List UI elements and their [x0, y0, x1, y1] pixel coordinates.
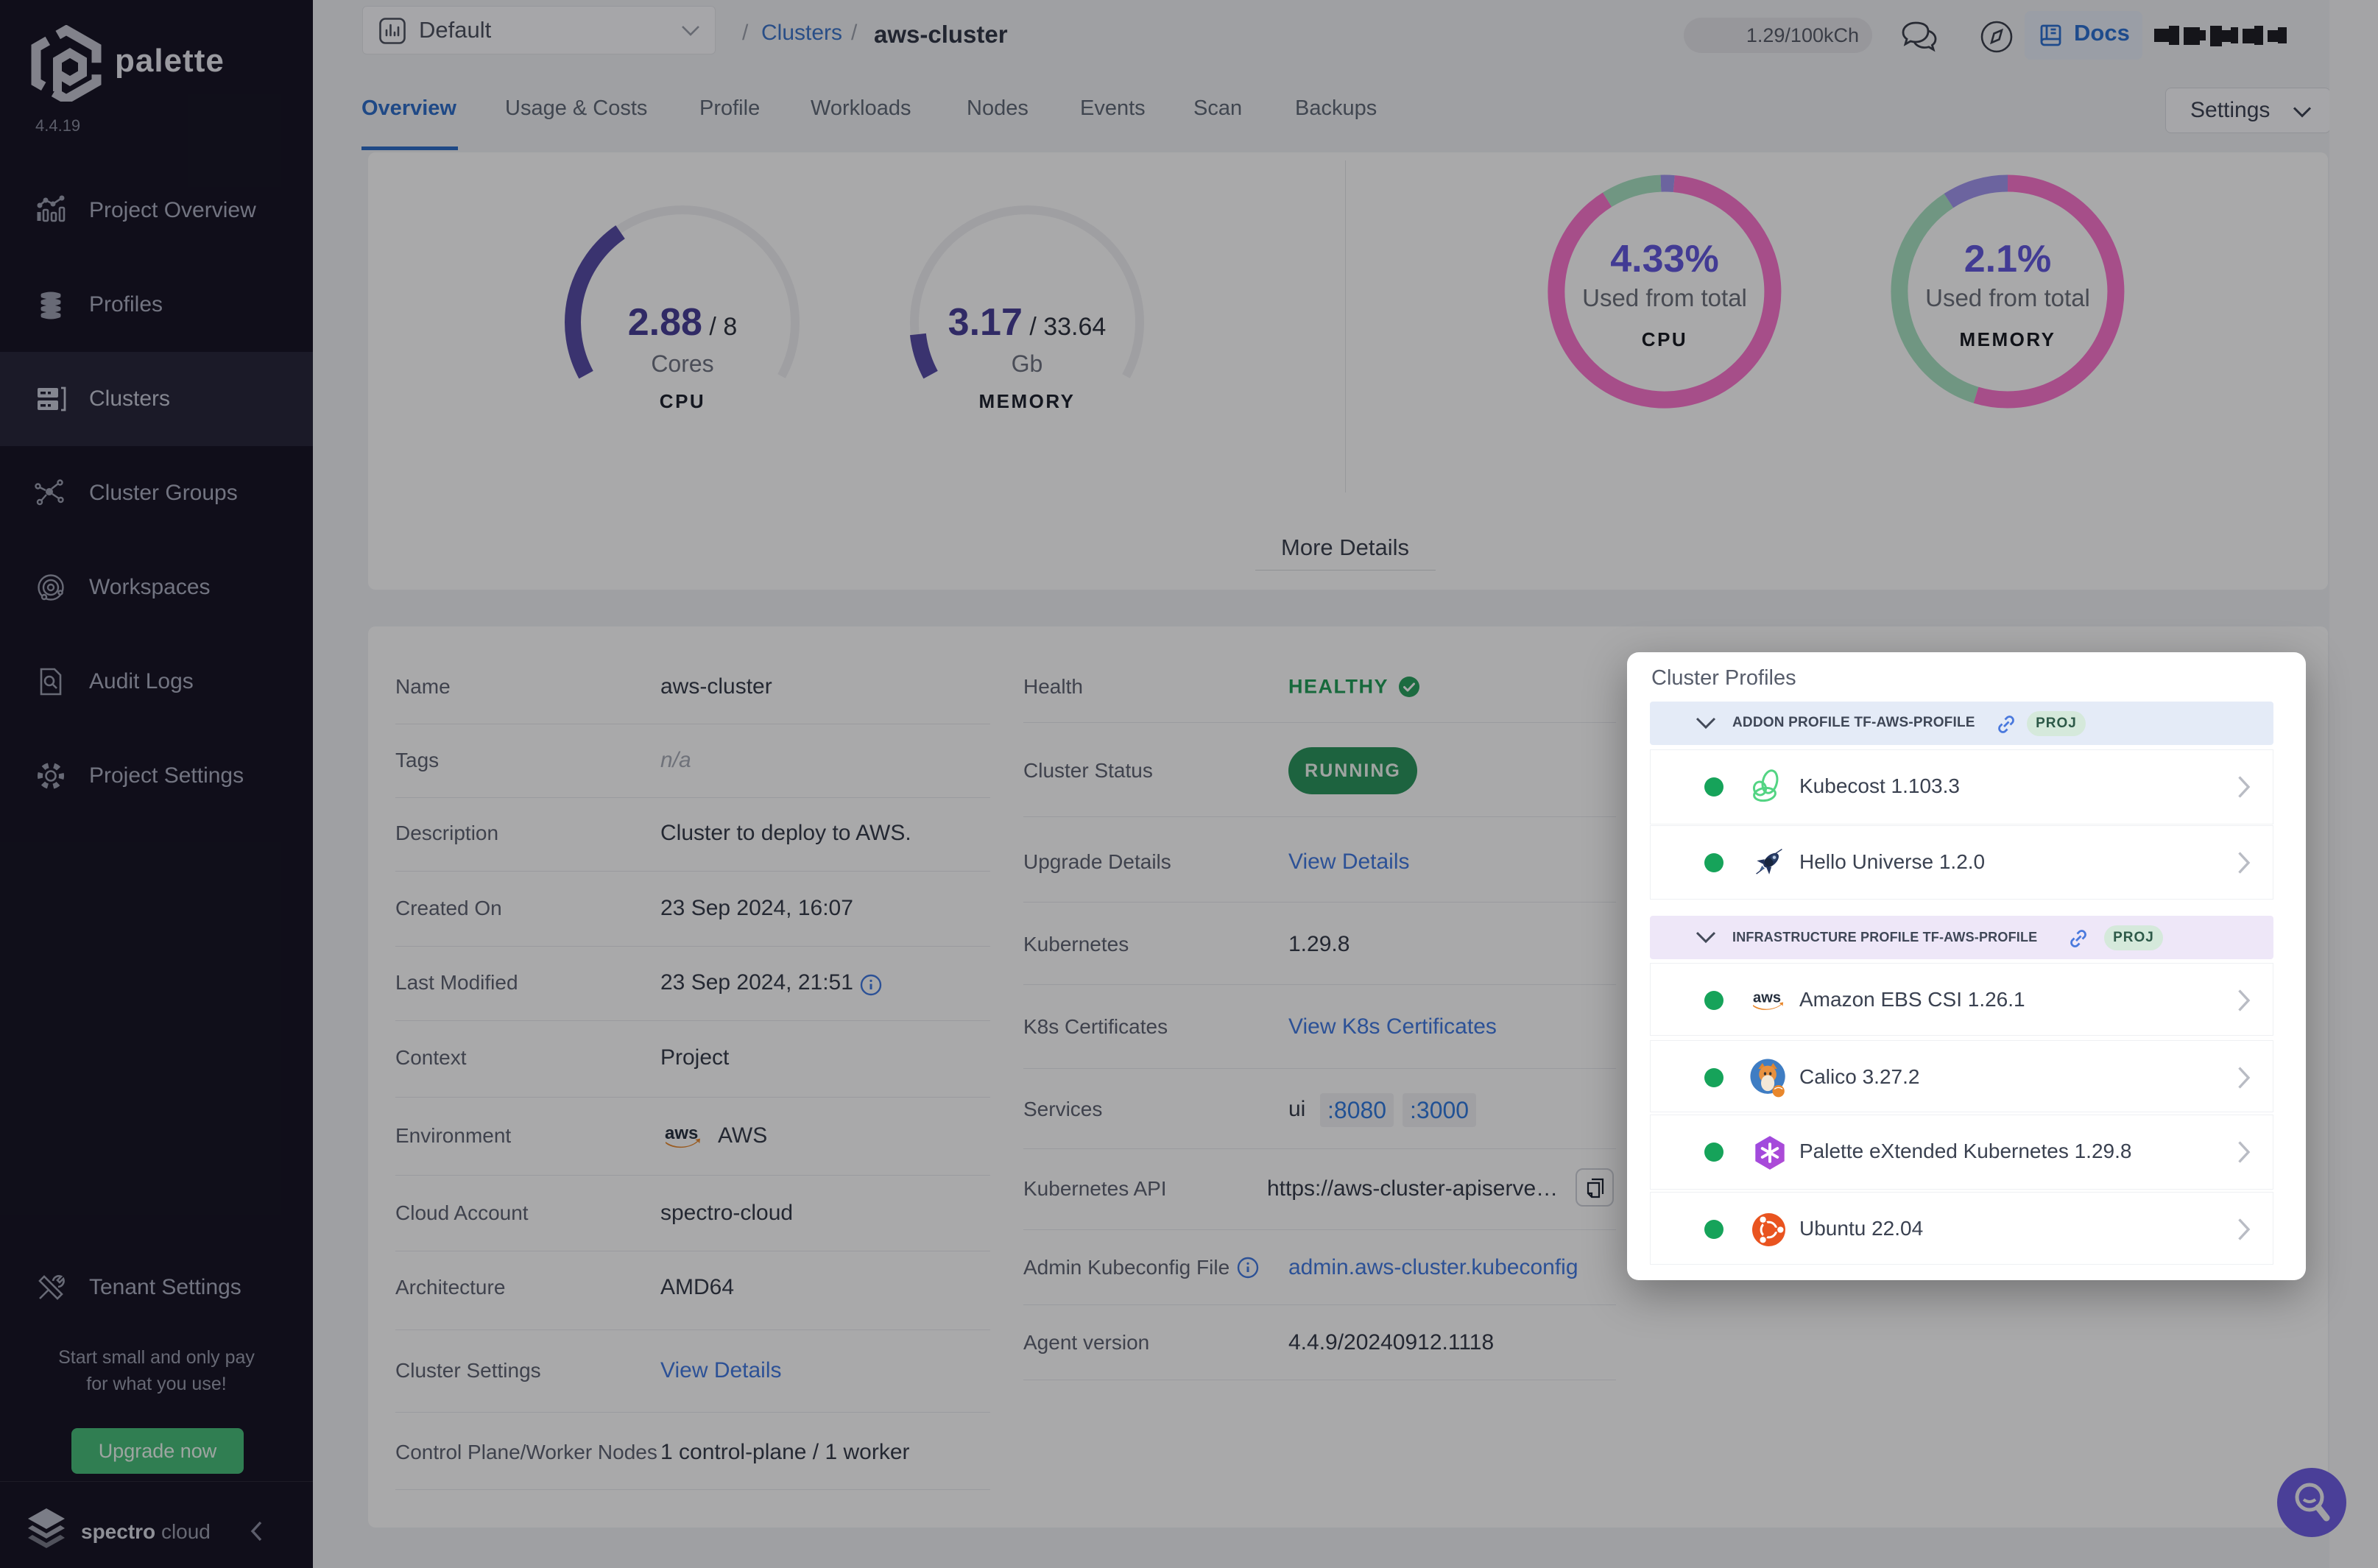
- svg-text:aws: aws: [1753, 990, 1781, 1006]
